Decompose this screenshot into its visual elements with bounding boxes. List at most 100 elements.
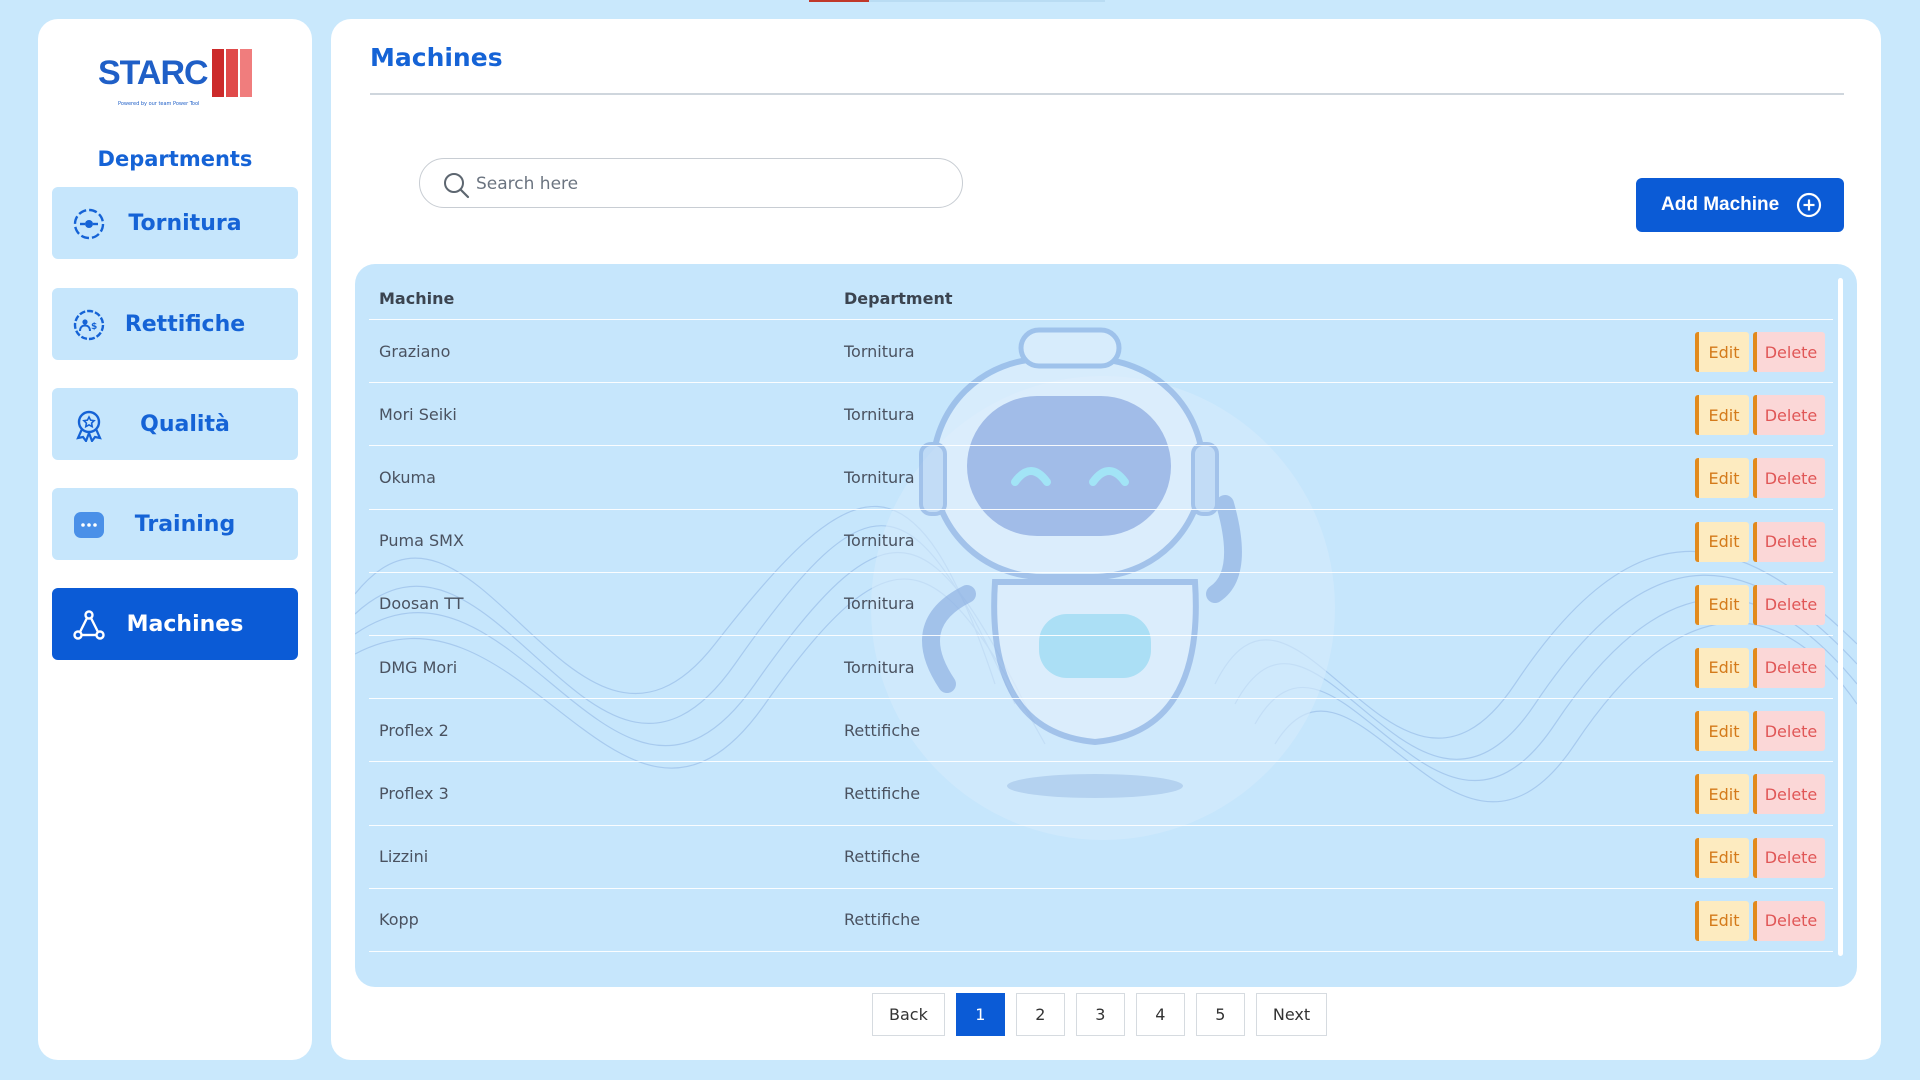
sidebar-item-label: Machines — [126, 611, 244, 637]
logo-bars-icon — [210, 49, 252, 97]
table-row: Proflex 2 Rettifiche Edit Delete — [369, 699, 1833, 763]
page-button-4[interactable]: 4 — [1135, 993, 1185, 1036]
edit-button[interactable]: Edit — [1695, 647, 1749, 688]
add-machine-button[interactable]: Add Machine — [1636, 178, 1844, 232]
department-cell: Rettifiche — [844, 847, 921, 867]
row-actions: Edit Delete — [1695, 900, 1825, 941]
gear-people-icon: $ — [72, 308, 106, 342]
search-icon — [442, 171, 470, 203]
sidebar: STARC Powered by our team Power Tool Dep… — [38, 19, 312, 1060]
table-row: Graziano Tornitura Edit Delete — [369, 320, 1833, 384]
circle-target-icon — [72, 207, 106, 241]
row-actions: Edit Delete — [1695, 647, 1825, 688]
delete-button[interactable]: Delete — [1753, 395, 1825, 436]
table-row: Proflex 3 Rettifiche Edit Delete — [369, 762, 1833, 826]
machine-name-cell: Graziano — [379, 341, 451, 361]
machine-name-cell: Puma SMX — [379, 531, 464, 551]
page-button-5[interactable]: 5 — [1195, 993, 1245, 1036]
table-row: Kopp Rettifiche Edit Delete — [369, 889, 1833, 952]
award-badge-icon — [72, 408, 106, 442]
sidebar-item-label: Rettifiche — [124, 311, 246, 337]
machine-name-cell: DMG Mori — [379, 657, 458, 677]
machine-name-cell: Proflex 3 — [379, 783, 449, 803]
row-actions: Edit Delete — [1695, 711, 1825, 752]
table-row: Lizzini Rettifiche Edit Delete — [369, 826, 1833, 889]
sidebar-item-label: Tornitura — [128, 210, 242, 236]
title-divider — [370, 93, 1844, 95]
edit-button[interactable]: Edit — [1695, 774, 1749, 815]
table-row: Doosan TT Tornitura Edit Delete — [369, 573, 1833, 636]
search-input[interactable] — [476, 169, 936, 199]
sidebar-item-rettifiche[interactable]: $ Rettifiche — [52, 288, 298, 360]
department-cell: Rettifiche — [844, 910, 921, 930]
edit-button[interactable]: Edit — [1695, 395, 1749, 436]
machine-name-cell: Lizzini — [379, 847, 429, 867]
machine-name-cell: Kopp — [379, 910, 419, 930]
search-bar[interactable] — [419, 158, 963, 208]
delete-button[interactable]: Delete — [1753, 774, 1825, 815]
pagination-next-button[interactable]: Next — [1255, 993, 1328, 1036]
delete-button[interactable]: Delete — [1753, 837, 1825, 878]
edit-button[interactable]: Edit — [1695, 900, 1749, 941]
main-panel: Machines Add Machine — [331, 19, 1881, 1060]
page-button-1[interactable]: 1 — [955, 993, 1005, 1036]
delete-button[interactable]: Delete — [1753, 711, 1825, 752]
logo-text: STARC — [98, 54, 209, 92]
delete-button[interactable]: Delete — [1753, 647, 1825, 688]
row-actions: Edit Delete — [1695, 584, 1825, 625]
logo-tagline: Powered by our team Power Tool — [118, 101, 200, 107]
departments-heading: Departments — [97, 147, 253, 171]
sidebar-item-label: Training — [134, 511, 236, 537]
row-actions: Edit Delete — [1695, 395, 1825, 436]
department-cell: Tornitura — [844, 467, 915, 487]
page-title: Machines — [370, 43, 503, 72]
page-button-3[interactable]: 3 — [1075, 993, 1125, 1036]
row-actions: Edit Delete — [1695, 332, 1825, 372]
pagination: Back 1 2 3 4 5 Next — [872, 993, 1338, 1036]
row-actions: Edit Delete — [1695, 774, 1825, 815]
svg-text:$: $ — [91, 322, 97, 332]
delete-button[interactable]: Delete — [1753, 332, 1825, 372]
department-cell: Rettifiche — [844, 720, 921, 740]
delete-button[interactable]: Delete — [1753, 458, 1825, 499]
page-button-2[interactable]: 2 — [1015, 993, 1065, 1036]
add-machine-label: Add Machine — [1661, 194, 1780, 215]
delete-button[interactable]: Delete — [1753, 900, 1825, 941]
column-header-machine: Machine — [379, 289, 455, 308]
sidebar-item-qualita[interactable]: Qualità — [52, 388, 298, 460]
department-cell: Tornitura — [844, 341, 915, 361]
sidebar-item-training[interactable]: Training — [52, 488, 298, 560]
top-accent-bar-secondary — [869, 0, 1105, 2]
delete-button[interactable]: Delete — [1753, 584, 1825, 625]
starc-logo[interactable]: STARC — [98, 47, 252, 99]
delete-button[interactable]: Delete — [1753, 521, 1825, 562]
row-actions: Edit Delete — [1695, 521, 1825, 562]
pagination-back-button[interactable]: Back — [872, 993, 945, 1036]
network-nodes-icon — [72, 608, 106, 642]
edit-button[interactable]: Edit — [1695, 458, 1749, 499]
edit-button[interactable]: Edit — [1695, 584, 1749, 625]
sidebar-item-label: Qualità — [140, 411, 230, 437]
table-row: DMG Mori Tornitura Edit Delete — [369, 636, 1833, 700]
sidebar-item-machines[interactable]: Machines — [52, 588, 298, 660]
sidebar-item-tornitura[interactable]: Tornitura — [52, 187, 298, 259]
plus-circle-icon — [1796, 192, 1822, 224]
edit-button[interactable]: Edit — [1695, 332, 1749, 372]
machine-name-cell: Doosan TT — [379, 594, 464, 614]
edit-button[interactable]: Edit — [1695, 837, 1749, 878]
row-actions: Edit Delete — [1695, 837, 1825, 878]
edit-button[interactable]: Edit — [1695, 521, 1749, 562]
department-cell: Rettifiche — [844, 783, 921, 803]
table-header-row: Machine Department — [369, 278, 1833, 320]
top-accent-bar — [809, 0, 869, 2]
table-row: Mori Seiki Tornitura Edit Delete — [369, 383, 1833, 447]
machine-name-cell: Mori Seiki — [379, 404, 457, 424]
row-actions: Edit Delete — [1695, 458, 1825, 499]
department-cell: Tornitura — [844, 404, 915, 424]
machine-name-cell: Okuma — [379, 467, 436, 487]
edit-button[interactable]: Edit — [1695, 711, 1749, 752]
column-header-department: Department — [844, 289, 953, 308]
table-row: Puma SMX Tornitura Edit Delete — [369, 510, 1833, 573]
table-row: Okuma Tornitura Edit Delete — [369, 446, 1833, 510]
table-scrollbar[interactable] — [1838, 278, 1843, 956]
